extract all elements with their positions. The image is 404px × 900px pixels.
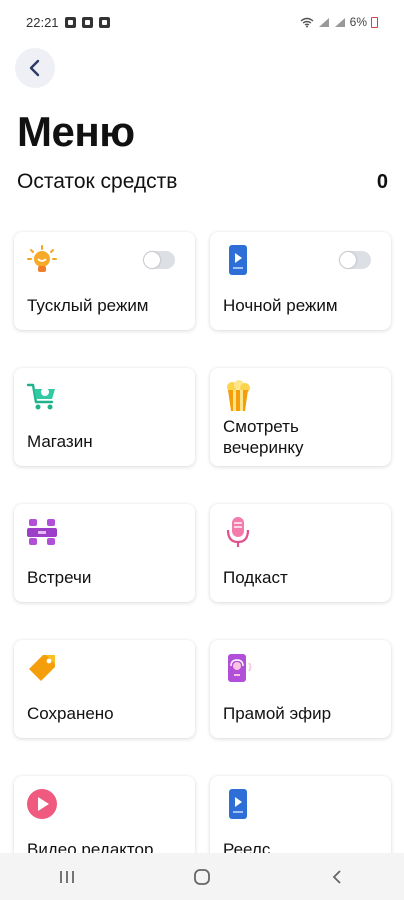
menu-item-label: Сохранено (27, 704, 114, 723)
notification-icon (64, 16, 76, 28)
battery-icon (371, 16, 378, 28)
reels-icon (229, 789, 247, 819)
menu-item-label: Прамой эфир (223, 704, 332, 723)
balance-label: Остаток средств (17, 170, 178, 193)
signal-icon-2 (334, 17, 345, 27)
recent-apps-button[interactable] (47, 857, 87, 897)
menu-item-watch-party[interactable]: Смотреть вечеринку (210, 368, 391, 466)
home-icon (194, 868, 210, 885)
balance-row: Остаток средств 0 (17, 170, 388, 194)
menu-item-label: Встречи (27, 568, 92, 587)
live-icon (228, 654, 252, 682)
popcorn-icon (227, 380, 250, 411)
battery-percent: 6% (349, 15, 367, 29)
meetings-icon (27, 519, 57, 545)
menu-item-night-mode[interactable]: Ночной режим (210, 232, 391, 330)
home-button[interactable] (182, 857, 222, 897)
bulb-icon (27, 245, 57, 272)
chevron-left-icon (29, 59, 40, 77)
play-icon (27, 789, 57, 819)
menu-item-meetings[interactable]: Встречи (14, 504, 195, 602)
back-button[interactable] (15, 48, 55, 88)
menu-item-label: Тусклый режим (27, 296, 149, 315)
menu-grid: Тусклый режим Ночной режим Магазин Смотр… (14, 232, 392, 874)
menu-item-label: Смотреть вечеринку (223, 417, 304, 457)
menu-item-label: Подкаст (223, 568, 288, 587)
back-arrow-icon (332, 869, 341, 884)
menu-item-dim-mode[interactable]: Тусклый режим (14, 232, 195, 330)
menu-item-label: Магазин (27, 432, 93, 451)
signal-icon (318, 17, 329, 27)
status-bar: 22:21 6% (0, 0, 404, 44)
menu-item-podcast[interactable]: Подкаст (210, 504, 391, 602)
system-back-button[interactable] (317, 857, 357, 897)
page-title: Меню (17, 108, 135, 155)
recents-icon (60, 870, 75, 883)
cart-icon (26, 383, 55, 410)
menu-item-label: Ночной режим (223, 296, 338, 315)
gallery-icon (81, 16, 93, 28)
menu-item-live[interactable]: Прамой эфир (210, 640, 391, 738)
system-nav-bar (0, 853, 404, 900)
dim-mode-toggle[interactable] (143, 251, 175, 269)
phone-night-icon (229, 245, 247, 275)
balance-value: 0 (376, 170, 388, 193)
message-icon (98, 16, 110, 28)
wifi-icon (300, 17, 314, 27)
night-mode-toggle[interactable] (339, 251, 371, 269)
status-time: 22:21 (26, 14, 59, 30)
tag-icon (29, 655, 55, 681)
menu-item-saved[interactable]: Сохранено (14, 640, 195, 738)
menu-item-shop[interactable]: Магазин (14, 368, 195, 466)
microphone-icon (226, 517, 250, 547)
